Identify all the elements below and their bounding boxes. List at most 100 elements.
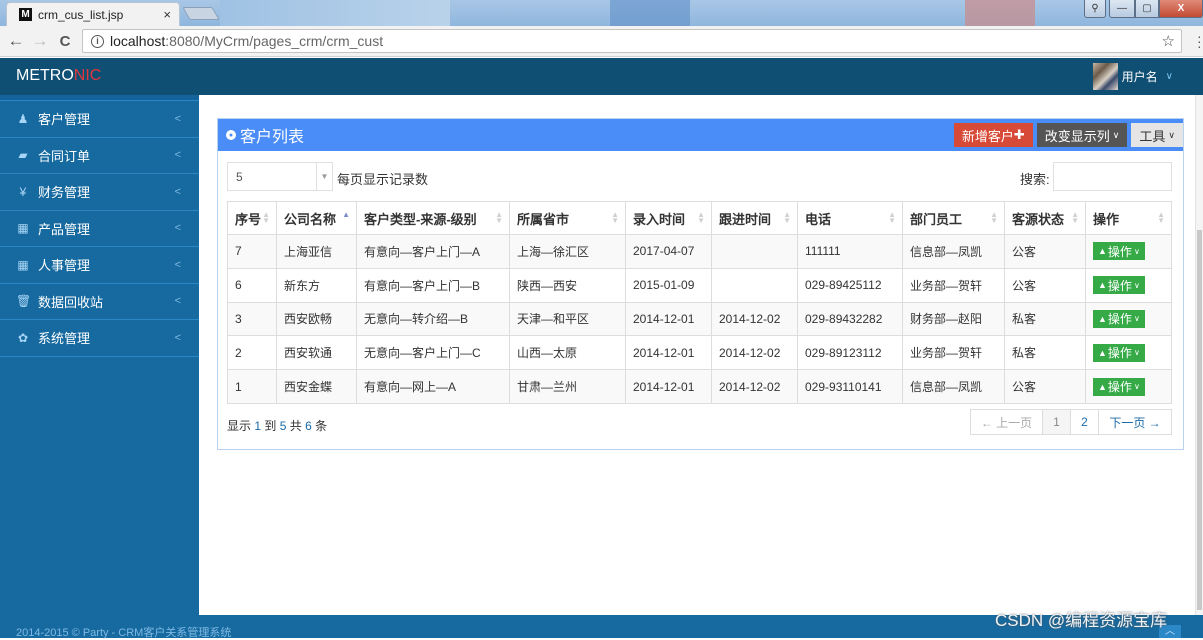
row-action-button[interactable]: ▲ 操作 ∨ [1093,377,1145,396]
table-cell: 公客 [1004,267,1086,303]
blurred-tab-area [965,0,1035,26]
column-header-id[interactable]: 序号 ▲ ▼ [227,201,277,235]
sidebar-item-recycle-bin[interactable]: 🗑 数据回收站 < [0,284,199,320]
table-cell: 无意向—转介绍—B [356,301,510,337]
page-length-select[interactable]: 5 ▼ [227,162,333,191]
sidebar-item-products[interactable]: ▦ 产品管理 < [0,211,199,247]
info-icon[interactable]: i [91,34,104,48]
table-cell: 111111 [797,234,903,269]
sidebar: ♟ 客户管理 < ▰ 合同订单 < ¥ 财务管理 < ▦ 产品管理 < ▦ 人事… [0,95,199,615]
table-cell-actions: ▲ 操作 ∨ [1085,335,1172,371]
add-customer-label: 新增客户 [961,128,1014,144]
row-action-button[interactable]: ▲ 操作 ∨ [1093,276,1145,295]
table-cell: 天津—和平区 [509,301,626,337]
table-cell: 029-93110141 [797,369,903,404]
table-cell: 2014-12-02 [711,369,798,404]
change-columns-label: 改变显示列 [1044,128,1110,144]
table-row: 6 新东方 有意向—客户上门—B 陕西—西安 2015-01-09 029-8942511… [227,267,1172,303]
table-cell [711,267,798,303]
table-header-row: 序号 ▲ ▼ 公司名称 ▲ 客户类型-来源-级别 ▲ ▼ 所属省市 ▲ ▼ 录入时间 ▲ ▼ 跟进… [227,201,1172,235]
bookmark-star-icon[interactable]: ☆ [1162,32,1175,50]
sidebar-item-label: 人事管理 [38,258,91,274]
pagination-next[interactable]: 下一页 → [1099,410,1171,434]
column-header-type[interactable]: 客户类型-来源-级别 ▲ ▼ [356,201,510,235]
row-action-button[interactable]: ▲ 操作 ∨ [1093,242,1145,261]
window-close-button[interactable]: X [1159,0,1203,18]
sidebar-item-hr[interactable]: ▦ 人事管理 < [0,247,199,284]
column-header-region[interactable]: 所属省市 ▲ ▼ [509,201,626,235]
sort-icon: ▲ ▼ [990,210,998,225]
watermark: CSDN @编程资源宝库 [995,611,1168,630]
column-header-staff[interactable]: 部门员工 ▲ ▼ [902,201,1005,235]
yen-icon: ¥ [19,184,27,199]
column-header-actions[interactable]: 操作 ▲ ▼ [1085,201,1172,235]
back-button[interactable]: ← [6,31,26,51]
change-columns-button[interactable]: 改变显示列 ∨ [1036,123,1128,147]
trash-icon: 🗑 [16,294,32,309]
chevron-down-icon: ∨ [1112,129,1120,140]
logo-main: METRO [16,67,74,84]
reload-button[interactable]: C [55,31,75,51]
table-cell: 1 [227,369,277,404]
chevron-down-icon: ∨ [1133,246,1140,256]
user-menu[interactable]: 用户名 ∨ [1092,63,1173,90]
scrollbar-thumb[interactable] [1197,230,1202,610]
table-cell: 3 [227,301,277,337]
sort-icon: ▲ ▼ [611,210,619,225]
sort-icon: ▲ ▼ [783,210,791,225]
sidebar-item-system[interactable]: ✿ 系统管理 < [0,320,199,357]
browser-menu-icon[interactable]: · · · [1197,29,1202,53]
add-customer-button[interactable]: 新增客户 ✚ [953,123,1033,147]
sort-icon: ▲ ▼ [888,210,896,225]
row-action-button[interactable]: ▲ 操作 ∨ [1093,343,1145,362]
tab-close-icon[interactable]: × [163,7,171,22]
forward-button[interactable]: → [30,31,50,51]
sort-asc-icon: ▲ [342,210,350,219]
table-cell: 029-89432282 [797,301,903,337]
table-cell: 6 [227,267,277,303]
column-header-created[interactable]: 录入时间 ▲ ▼ [625,201,712,235]
sidebar-item-contracts[interactable]: ▰ 合同订单 < [0,138,199,174]
search-input[interactable] [1053,162,1172,191]
sort-icon: ▲ ▼ [697,210,705,225]
chevron-down-icon: ∨ [1133,348,1140,358]
pagination-page-2[interactable]: 2 [1071,410,1099,434]
favicon-icon: M [19,8,32,21]
table-cell-actions: ▲ 操作 ∨ [1085,267,1172,303]
pagination-page-1[interactable]: 1 [1043,410,1071,434]
chevron-left-icon: < [174,258,181,271]
column-header-followup[interactable]: 跟进时间 ▲ ▼ [711,201,798,235]
sidebar-item-finance[interactable]: ¥ 财务管理 < [0,174,199,211]
row-action-label: 操作 [1107,278,1132,293]
browser-tab-active[interactable]: M crm_cus_list.jsp × [6,2,180,26]
portlet-title: ● 客户列表 新增客户 ✚ 改变显示列 ∨ 工具 ∨ [218,119,1183,151]
column-header-company[interactable]: 公司名称 ▲ [276,201,357,235]
sidebar-item-customers[interactable]: ♟ 客户管理 < [0,101,199,138]
dropdown-arrow-icon: ▼ [316,163,332,190]
column-header-phone[interactable]: 电话 ▲ ▼ [797,201,903,235]
pagination-prev[interactable]: ← 上一页 [971,410,1043,434]
window-minimize-button[interactable]: — [1109,0,1135,18]
address-bar[interactable]: i localhost :8080/MyCrm/pages_crm/crm_cu… [82,29,1182,53]
sort-icon: ▲ ▼ [1157,210,1165,225]
tools-button[interactable]: 工具 ∨ [1131,123,1183,147]
window-user-icon[interactable]: ⚲ [1084,0,1106,18]
row-action-button[interactable]: ▲ 操作 ∨ [1093,309,1145,328]
new-tab-button[interactable] [182,7,220,20]
window-maximize-button[interactable]: ▢ [1135,0,1159,18]
column-header-status[interactable]: 客源状态 ▲ ▼ [1004,201,1086,235]
user-icon: ▲ [1098,313,1107,324]
chevron-left-icon: < [174,149,181,162]
logo[interactable]: METRONIC [16,67,101,85]
table-cell-actions: ▲ 操作 ∨ [1085,234,1172,269]
pagination: ← 上一页 1 2 下一页 → [970,409,1172,435]
row-action-label: 操作 [1107,244,1132,259]
page-scrollbar[interactable] [1195,95,1203,615]
table-cell: 信息部—凤凯 [902,369,1005,404]
main-content: ● 客户列表 新增客户 ✚ 改变显示列 ∨ 工具 ∨ 5 ▼ 每页显示记录数 搜… [199,95,1203,615]
table-cell-actions: ▲ 操作 ∨ [1085,369,1172,404]
table-cell: 2014-12-01 [625,369,712,404]
chevron-down-icon: ∨ [1168,129,1175,140]
chevron-down-icon: ∨ [1133,280,1140,290]
sidebar-item-label: 财务管理 [38,185,91,201]
